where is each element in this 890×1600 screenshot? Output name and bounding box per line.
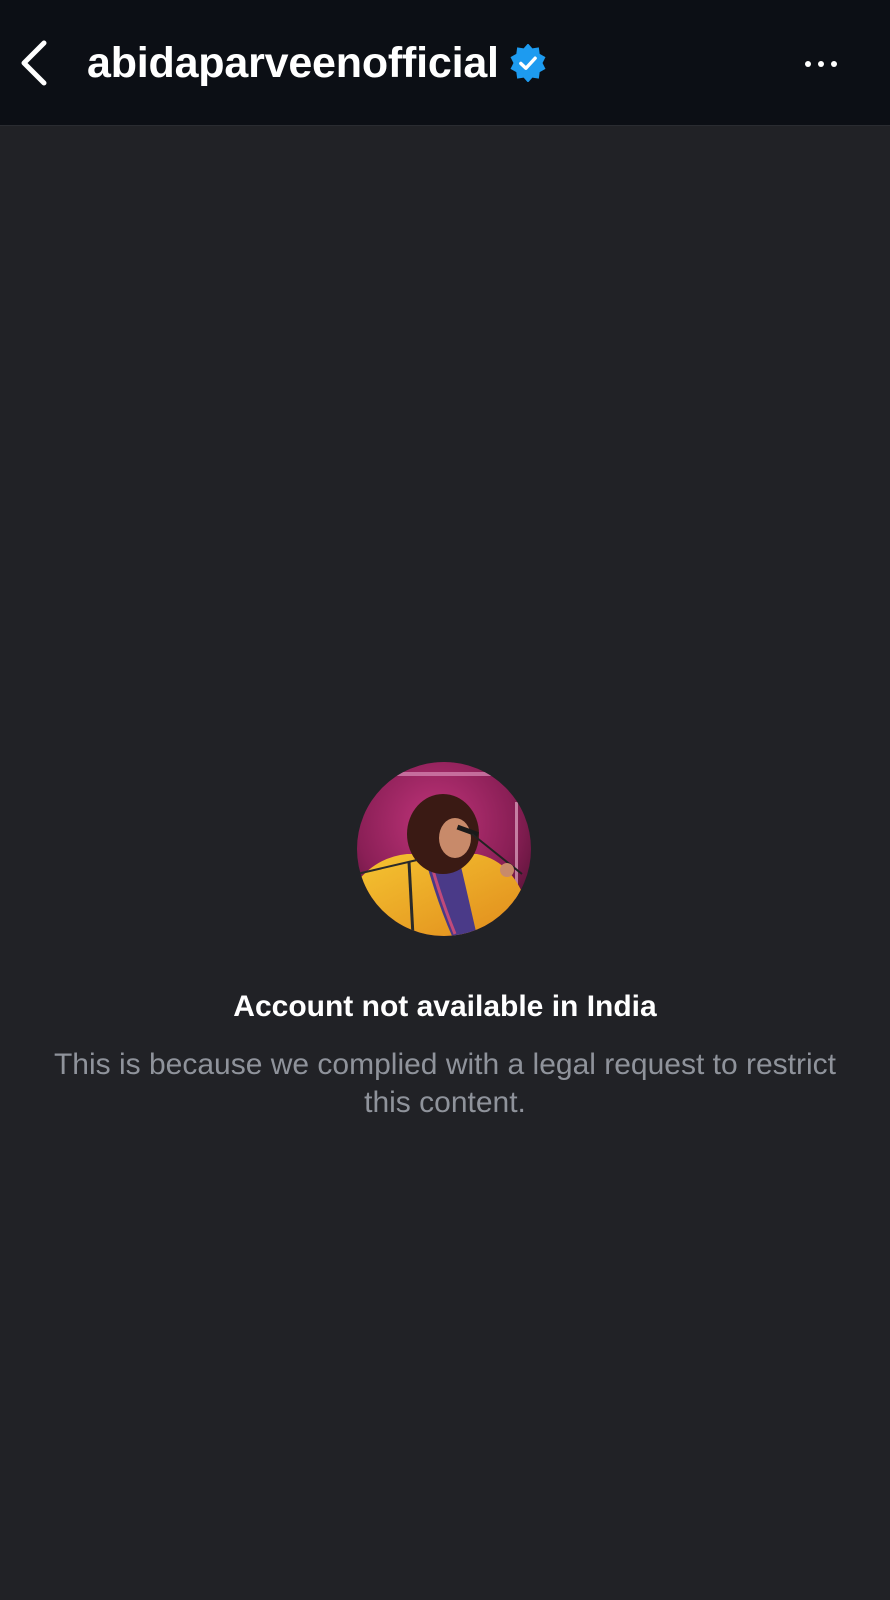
notice-title: Account not available in India <box>233 990 657 1023</box>
profile-title: abidaparveenofficial <box>87 30 547 96</box>
more-options-button[interactable] <box>796 44 846 84</box>
username-label: abidaparveenofficial <box>87 38 499 87</box>
top-bar: abidaparveenofficial <box>0 0 890 126</box>
avatar-image <box>357 762 531 936</box>
chevron-left-icon <box>21 40 47 86</box>
restricted-account-view: Account not available in India This is b… <box>0 126 890 1600</box>
back-button[interactable] <box>12 36 56 90</box>
verified-badge-icon <box>510 44 546 82</box>
avatar <box>357 762 531 936</box>
notice-body: This is because we complied with a legal… <box>53 1048 837 1119</box>
more-horizontal-icon <box>805 61 811 67</box>
